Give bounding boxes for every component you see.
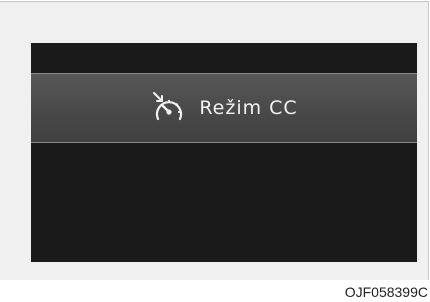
mode-banner: Režim CC: [31, 73, 417, 143]
mode-banner-content: Režim CC: [150, 90, 297, 126]
cruise-control-icon: [153, 92, 183, 121]
cluster-display: Režim CC: [31, 43, 417, 262]
illustration-frame: Režim CC: [0, 1, 429, 280]
figure-code: OJF058399C: [344, 284, 428, 300]
page: Režim CC OJF058399C: [0, 0, 430, 302]
mode-label: Režim CC: [199, 97, 298, 119]
